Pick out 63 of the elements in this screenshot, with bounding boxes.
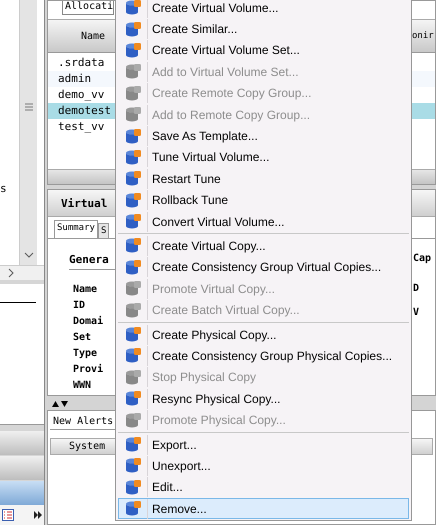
field-label: Name — [73, 283, 98, 297]
database-icon — [124, 478, 142, 496]
scrollbar-grip-icon[interactable] — [24, 103, 32, 111]
tab[interactable]: Summary — [54, 220, 98, 238]
menu-item[interactable]: Unexport... — [118, 455, 409, 477]
database-icon — [124, 84, 142, 102]
menu-item[interactable]: Tune Virtual Volume... — [118, 146, 409, 168]
menu-item[interactable]: Save As Template... — [118, 125, 409, 147]
database-icon — [124, 258, 142, 276]
database-icon — [124, 436, 142, 453]
section-heading: Cap — [413, 253, 432, 266]
database-icon — [124, 42, 142, 59]
field-label: Domai — [73, 314, 104, 329]
database-icon — [124, 302, 142, 319]
menu-item[interactable]: Create Consistency Group Virtual Copies... — [118, 256, 409, 278]
database-icon — [124, 106, 142, 124]
database-icon — [124, 326, 142, 344]
database-icon — [124, 412, 142, 429]
database-icon — [124, 192, 142, 209]
splitter-arrows-icon[interactable] — [52, 400, 68, 408]
menu-item[interactable]: Restart Tune — [118, 168, 409, 190]
field-label: D — [413, 283, 420, 296]
menu-item[interactable]: Edit... — [118, 476, 409, 498]
chevrons-right-icon[interactable] — [34, 511, 42, 519]
menu-item[interactable]: Remove... — [118, 498, 409, 520]
database-icon — [124, 457, 142, 474]
menu-item[interactable]: Create Virtual Volume Set... — [118, 40, 409, 62]
menu-item[interactable]: Resync Physical Copy... — [118, 388, 409, 410]
field-label: Type — [73, 347, 98, 361]
column-header[interactable]: Name — [48, 30, 106, 42]
menu-item[interactable]: Export... — [118, 434, 409, 456]
scroll-down-icon[interactable] — [24, 251, 34, 259]
menu-item[interactable]: Create Virtual Volume... — [118, 0, 409, 18]
database-icon — [124, 368, 142, 386]
database-icon — [124, 390, 142, 408]
allocation-dropdown[interactable]: Allocati — [62, 1, 114, 15]
menu-item[interactable]: Create Physical Copy... — [118, 324, 409, 346]
menu-item[interactable]: Create Consistency Group Physical Copies... — [118, 345, 409, 367]
menu-item[interactable]: Convert Virtual Volume... — [118, 210, 409, 232]
database-icon — [124, 148, 142, 166]
database-icon — [124, 237, 142, 254]
database-icon — [124, 63, 142, 80]
scroll-right-icon[interactable] — [6, 267, 16, 279]
database-icon — [124, 347, 142, 364]
field-label: Set — [73, 331, 92, 345]
database-icon — [124, 500, 142, 518]
list-icon[interactable] — [2, 509, 14, 521]
pane-label: s — [0, 182, 8, 195]
database-icon — [124, 213, 142, 230]
field-label: V — [413, 307, 420, 320]
menu-item[interactable]: Create Similar... — [118, 18, 409, 40]
menu-item[interactable]: Create Virtual Copy... — [118, 235, 409, 257]
menu-item[interactable]: Rollback Tune — [118, 190, 409, 211]
field-label: WWN — [73, 379, 92, 393]
database-icon — [124, 20, 142, 38]
database-icon — [124, 170, 142, 188]
database-icon — [124, 280, 142, 298]
column-header[interactable]: onir — [412, 31, 435, 41]
tab[interactable]: S — [98, 223, 110, 238]
database-icon — [124, 0, 142, 16]
field-label: ID — [73, 299, 86, 313]
database-icon — [124, 128, 142, 145]
field-label: Provi — [73, 362, 104, 377]
